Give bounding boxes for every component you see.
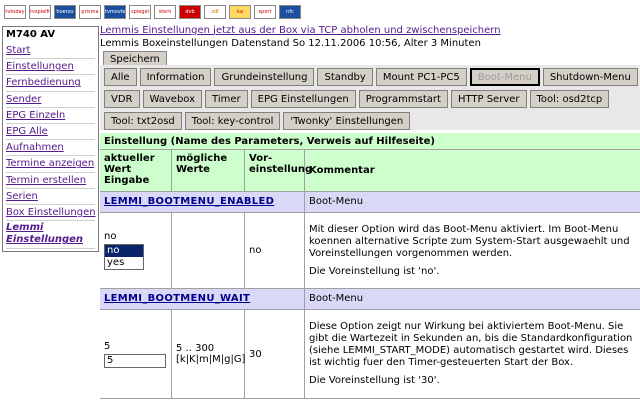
possible-values bbox=[172, 213, 245, 288]
logo-spiegel[interactable]: spiegel bbox=[129, 5, 151, 19]
category-button-panel: Alle Information Grundeinstellung Standb… bbox=[100, 65, 640, 130]
logo-hoerzu[interactable]: hoerzu bbox=[54, 5, 76, 19]
bootmenu-wait-input[interactable] bbox=[104, 353, 166, 368]
main-header: Lemmis Einstellungen jetzt aus der Box v… bbox=[100, 24, 640, 67]
param-header-row: LEMMI_BOOTMENU_WAIT Boot-Menu bbox=[100, 289, 640, 310]
tab-key-control[interactable]: Tool: key-control bbox=[184, 112, 281, 130]
default-value: no bbox=[245, 213, 305, 288]
tab-osd2tcp[interactable]: Tool: osd2tcp bbox=[529, 90, 610, 108]
logo-zdf[interactable]: zdf bbox=[204, 5, 226, 19]
tab-wavebox[interactable]: Wavebox bbox=[142, 90, 203, 108]
nav-item-box-einstellungen[interactable]: Box Einstellungen bbox=[6, 205, 96, 222]
comment-cell: Diese Option zeigt nur Wirkung bei aktiv… bbox=[305, 310, 640, 398]
data-status: Lemmis Boxeinstellungen Datenstand So 12… bbox=[100, 38, 481, 49]
fetch-settings-link[interactable]: jetzt aus der Box via TCP abholen und zw… bbox=[213, 25, 500, 36]
nav-title: M740 AV bbox=[6, 29, 56, 40]
logo-strip: tvtoday tvspielfilm hoerzu prisma tvmovi… bbox=[0, 0, 640, 24]
possible-values: 5 .. 300 [k|K|m|M|g|G] bbox=[172, 310, 245, 398]
tab-alle[interactable]: Alle bbox=[104, 68, 137, 86]
param-link-bootmenu-enabled[interactable]: LEMMI_BOOTMENU_ENABLED bbox=[100, 192, 305, 212]
nav-item-lemmi-einstellungen[interactable]: Lemmi Einstellungen bbox=[6, 221, 95, 250]
tab-epg-einstellungen[interactable]: EPG Einstellungen bbox=[250, 90, 356, 108]
default-note: Die Voreinstellung ist '30'. bbox=[309, 375, 440, 386]
button-row-1: Alle Information Grundeinstellung Standb… bbox=[100, 68, 638, 86]
nav-item-fernbedienung[interactable]: Fernbedienung bbox=[6, 75, 95, 92]
logo-tvmovie[interactable]: tvmovie bbox=[104, 5, 126, 19]
param-header-row: LEMMI_BOOTMENU_ENABLED Boot-Menu bbox=[100, 192, 640, 213]
logo-sport[interactable]: sport bbox=[254, 5, 276, 19]
table-caption: Einstellung (Name des Parameters, Verwei… bbox=[100, 133, 640, 150]
tab-http-server[interactable]: HTTP Server bbox=[450, 90, 527, 108]
table-row: no no yes no Mit dieser Option wird das … bbox=[100, 213, 640, 289]
logo-ka[interactable]: ka bbox=[229, 5, 251, 19]
logo-tvspielfilm[interactable]: tvspielfilm bbox=[29, 5, 51, 19]
nav-item-termine-anzeigen[interactable]: Termine anzeigen bbox=[6, 156, 95, 173]
sidebar-nav: M740 AV Start Einstellungen Fernbedienun… bbox=[2, 26, 99, 252]
comment-text: Mit dieser Option wird das Boot-Menu akt… bbox=[309, 223, 630, 259]
nav-item-einstellungen[interactable]: Einstellungen bbox=[6, 59, 95, 76]
logo-prisma[interactable]: prisma bbox=[79, 5, 101, 19]
tab-timer[interactable]: Timer bbox=[205, 90, 248, 108]
header-possible-values: mögliche Werte bbox=[172, 150, 245, 191]
logo-tvtoday[interactable]: tvtoday bbox=[4, 5, 26, 19]
fetch-settings-prefix[interactable]: Lemmis Einstellungen bbox=[100, 25, 213, 36]
param-group: Boot-Menu bbox=[309, 293, 364, 304]
option-no[interactable]: no bbox=[105, 245, 143, 257]
param-group: Boot-Menu bbox=[309, 196, 364, 207]
tab-information[interactable]: Information bbox=[139, 68, 212, 86]
header-comment: Kommentar bbox=[309, 165, 375, 176]
bootmenu-enabled-select[interactable]: no yes bbox=[104, 244, 144, 270]
nav-item-start[interactable]: Start bbox=[6, 43, 95, 60]
tab-grundeinstellung[interactable]: Grundeinstellung bbox=[214, 68, 315, 86]
tab-twonky[interactable]: 'Twonky' Einstellungen bbox=[283, 112, 411, 130]
tab-vdr[interactable]: VDR bbox=[104, 90, 140, 108]
table-row: 5 5 .. 300 [k|K|m|M|g|G] 30 Diese Option… bbox=[100, 310, 640, 399]
header-default: Vor-einstellung bbox=[245, 150, 312, 191]
comment-text: Diese Option zeigt nur Wirkung bei aktiv… bbox=[309, 321, 633, 368]
nav-item-sender[interactable]: Sender bbox=[6, 92, 95, 108]
nav-item-epg-alle[interactable]: EPG Alle bbox=[6, 124, 95, 141]
table-header-row: aktueller Wert Eingabe mögliche Werte Vo… bbox=[100, 150, 640, 192]
default-note: Die Voreinstellung ist 'no'. bbox=[309, 265, 440, 277]
nav-item-epg-einzeln[interactable]: EPG Einzeln bbox=[6, 108, 95, 125]
param-link-bootmenu-wait[interactable]: LEMMI_BOOTMENU_WAIT bbox=[100, 289, 305, 309]
logo-dvb[interactable]: dvb bbox=[179, 5, 201, 19]
comment-cell: Mit dieser Option wird das Boot-Menu akt… bbox=[305, 213, 640, 288]
tab-boot-menu[interactable]: Boot-Menu bbox=[469, 68, 540, 86]
nav-item-lemmi-line1: Lemmi bbox=[6, 222, 44, 234]
tab-shutdown-menu[interactable]: Shutdown-Menu bbox=[542, 68, 638, 86]
nav-item-serien[interactable]: Serien bbox=[6, 189, 95, 206]
current-value: 5 bbox=[104, 340, 111, 352]
header-current-value: aktueller Wert Eingabe bbox=[100, 150, 172, 191]
logo-nfc[interactable]: nfc bbox=[279, 5, 301, 19]
settings-table: Einstellung (Name des Parameters, Verwei… bbox=[100, 133, 640, 399]
tab-txt2osd[interactable]: Tool: txt2osd bbox=[104, 112, 182, 130]
tab-standby[interactable]: Standby bbox=[317, 68, 373, 86]
logo-stern[interactable]: stern bbox=[154, 5, 176, 19]
button-row-3: Tool: txt2osd Tool: key-control 'Twonky'… bbox=[100, 112, 411, 130]
current-value: no bbox=[104, 231, 117, 242]
nav-item-termin-erstellen[interactable]: Termin erstellen bbox=[6, 173, 95, 189]
fetch-settings-line: Lemmis Einstellungen jetzt aus der Box v… bbox=[100, 24, 640, 37]
default-value: 30 bbox=[245, 310, 305, 398]
nav-item-lemmi-line2: Einstellungen bbox=[6, 234, 84, 246]
button-row-2: VDR Wavebox Timer EPG Einstellungen Prog… bbox=[100, 90, 610, 108]
option-yes[interactable]: yes bbox=[105, 257, 143, 269]
tab-mount[interactable]: Mount PC1-PC5 bbox=[375, 68, 467, 86]
nav-item-aufnahmen[interactable]: Aufnahmen bbox=[6, 140, 95, 157]
tab-programmstart[interactable]: Programmstart bbox=[358, 90, 448, 108]
